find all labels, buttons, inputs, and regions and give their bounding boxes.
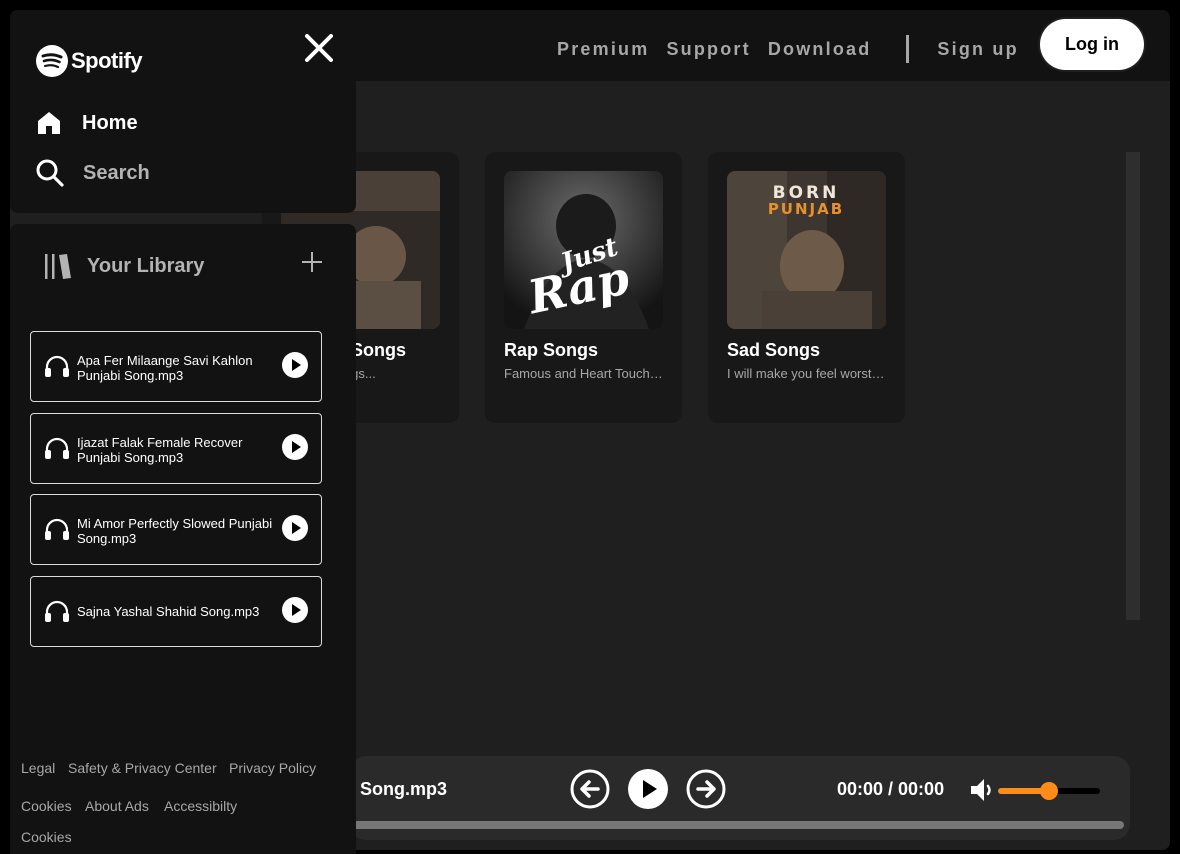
footer-link-about-ads[interactable]: About Ads <box>85 798 149 814</box>
library-song[interactable]: Sajna Yashal Shahid Song.mp3 <box>30 576 322 647</box>
spotify-icon <box>36 45 68 77</box>
footer-link-safety[interactable]: Safety & Privacy Center <box>68 760 217 776</box>
plus-icon <box>302 252 322 272</box>
song-name: Mi Amor Perfectly Slowed Punjabi Song.mp… <box>77 516 273 546</box>
search-icon <box>36 159 64 187</box>
home-icon <box>38 112 60 134</box>
card-artwork: BORN PUNJAB <box>727 171 886 329</box>
logo-text: Spotify <box>71 48 143 73</box>
nav-divider <box>906 35 910 63</box>
arrow-right-circle-icon <box>686 769 726 809</box>
headphones-icon <box>45 518 69 540</box>
headphones-icon <box>45 355 69 377</box>
play-icon <box>282 515 308 541</box>
footer-link-legal[interactable]: Legal <box>21 760 55 776</box>
library-song[interactable]: Mi Amor Perfectly Slowed Punjabi Song.mp… <box>30 494 322 565</box>
footer-link-cookies-2[interactable]: Cookies <box>21 829 72 845</box>
arrow-left-circle-icon <box>570 769 610 809</box>
sidebar-nav: Spotify Home Search <box>10 10 356 213</box>
play-icon <box>282 434 308 460</box>
card-description: I will make you feel worst j... <box>727 366 887 381</box>
song-name: Apa Fer Milaange Savi Kahlon Punjabi Son… <box>77 353 253 383</box>
library-song[interactable]: Ijazat Falak Female Recover Punjabi Song… <box>30 413 322 484</box>
card-artwork: Just Rap <box>504 171 663 329</box>
play-button[interactable] <box>628 769 668 809</box>
art-text-punjab: PUNJAB <box>768 200 844 218</box>
nav-search-label: Search <box>83 161 150 184</box>
song-name: Ijazat Falak Female Recover Punjabi Song… <box>77 435 243 465</box>
next-button[interactable] <box>686 769 726 809</box>
nav-support[interactable]: Support <box>666 39 750 60</box>
previous-button[interactable] <box>570 769 610 809</box>
play-icon <box>282 352 308 378</box>
play-circle-icon <box>628 769 668 809</box>
login-button[interactable]: Log in <box>1040 19 1144 70</box>
playlist-card-rap[interactable]: Just Rap Rap Songs Famous and Heart Touc… <box>485 152 682 423</box>
card-title: Sad Songs <box>727 340 821 360</box>
playlist-card-sad[interactable]: BORN PUNJAB Sad Songs I will make you fe… <box>708 152 905 423</box>
music-player: Punjabi Song.mp3 00:00 / 00:00 <box>290 756 1130 840</box>
volume-slider[interactable] <box>998 782 1100 800</box>
spotify-logo[interactable]: Spotify <box>36 45 143 77</box>
library-icon <box>45 254 71 279</box>
nav-premium[interactable]: Premium <box>557 39 649 60</box>
play-icon <box>282 597 308 623</box>
nav-home-label: Home <box>82 111 138 134</box>
library-label: Your Library <box>87 254 205 277</box>
headphones-icon <box>45 600 69 622</box>
scrollbar[interactable] <box>1126 152 1140 620</box>
volume-thumb[interactable] <box>1040 782 1058 800</box>
library-song[interactable]: Apa Fer Milaange Savi Kahlon Punjabi Son… <box>30 331 322 402</box>
headphones-icon <box>45 437 69 459</box>
card-description: Famous and Heart Touching Songs <box>504 366 664 381</box>
nav-search[interactable]: Search <box>35 158 150 188</box>
close-button[interactable] <box>303 32 335 69</box>
nav-download[interactable]: Download <box>768 39 872 60</box>
footer-link-privacy[interactable]: Privacy Policy <box>229 760 316 776</box>
your-library-button[interactable]: Your Library <box>43 251 204 281</box>
nav-home[interactable]: Home <box>35 109 138 137</box>
footer-link-accessibility[interactable]: Accessibilty <box>164 798 237 814</box>
signup-link[interactable]: Sign up <box>937 39 1018 60</box>
volume-icon[interactable] <box>969 776 995 809</box>
playback-time: 00:00 / 00:00 <box>837 779 945 799</box>
create-playlist-button[interactable] <box>301 251 323 278</box>
card-title: Rap Songs <box>504 340 599 360</box>
close-icon <box>305 34 333 62</box>
footer-link-cookies[interactable]: Cookies <box>21 798 72 814</box>
sidebar-library: Your Library Apa Fer Milaange Savi Kahlo… <box>10 224 356 854</box>
seek-bar[interactable] <box>350 821 1124 829</box>
song-name: Sajna Yashal Shahid Song.mp3 <box>77 604 260 619</box>
top-nav: Premium Support Download Sign up <box>557 35 1036 63</box>
